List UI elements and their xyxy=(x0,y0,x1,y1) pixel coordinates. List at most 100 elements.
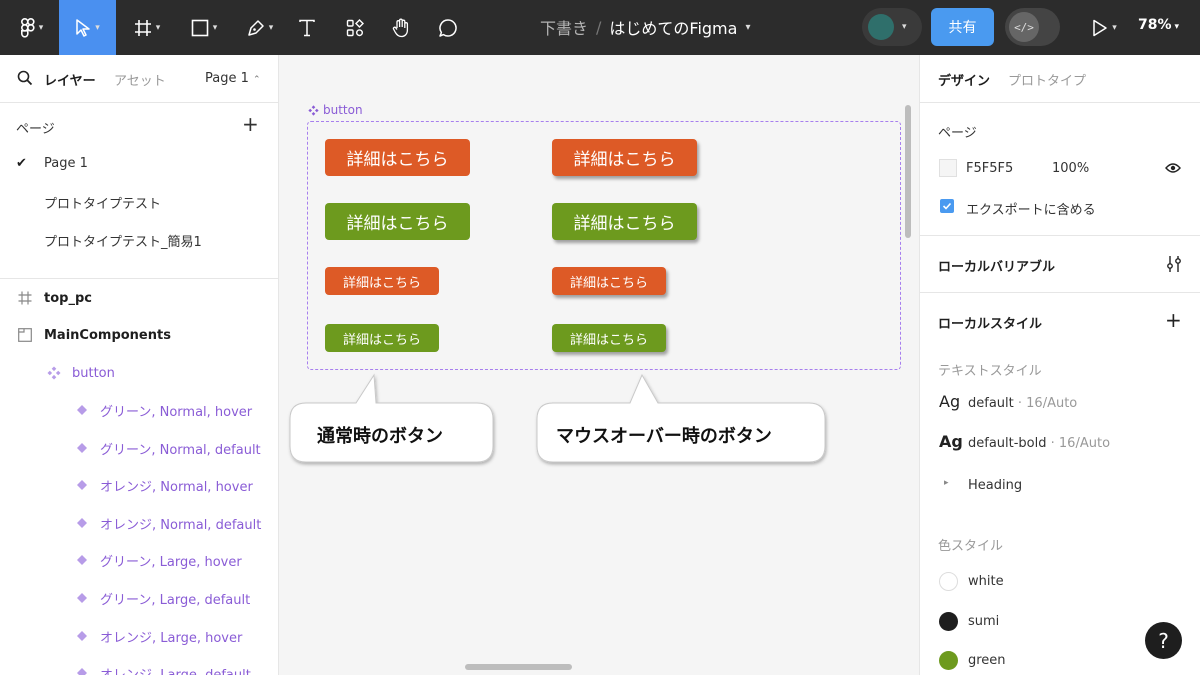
frame-tool-button[interactable]: ▾ xyxy=(122,0,172,55)
page-item-page-1[interactable]: Page 1 xyxy=(44,156,88,171)
layer-row-variant[interactable]: オレンジ, Large, hover xyxy=(0,621,278,651)
page-bg-opacity[interactable]: 100% xyxy=(1052,161,1089,176)
callout-hover-text: マウスオーバー時のボタン xyxy=(556,426,772,447)
layer-row-main-components[interactable]: MainComponents xyxy=(0,320,278,350)
divider xyxy=(0,278,278,279)
local-styles-title: ローカルスタイル xyxy=(938,317,1043,332)
text-style-group-heading[interactable]: ▸ Heading xyxy=(920,470,1200,498)
layer-label: button xyxy=(72,365,115,381)
present-button[interactable]: ▾ xyxy=(1082,0,1127,55)
help-button[interactable]: ? xyxy=(1145,622,1182,659)
tab-prototype[interactable]: プロトタイプ xyxy=(1008,70,1086,89)
tab-assets[interactable]: アセット xyxy=(114,70,166,89)
page-bg-swatch[interactable] xyxy=(939,159,957,177)
export-label: エクスポートに含める xyxy=(966,203,1096,218)
text-styles-title: テキストスタイル xyxy=(938,364,1042,379)
chevron-down-icon: ▾ xyxy=(1112,22,1117,33)
vertical-scrollbar[interactable] xyxy=(905,105,911,238)
layer-label: top_pc xyxy=(44,290,92,306)
variant-icon xyxy=(75,478,89,492)
tab-design[interactable]: デザイン xyxy=(938,70,990,89)
layer-row-variant[interactable]: オレンジ, Large, default xyxy=(0,658,278,675)
layer-label: グリーン, Large, default xyxy=(100,592,251,608)
tab-layers[interactable]: レイヤー xyxy=(44,70,96,89)
pen-icon xyxy=(247,19,264,36)
shape-tool-button[interactable]: ▾ xyxy=(178,0,230,55)
text-icon xyxy=(299,19,315,36)
layer-row-variant[interactable]: グリーン, Normal, hover xyxy=(0,395,278,425)
layer-row-top-pc[interactable]: top_pc xyxy=(0,283,278,313)
figma-logo-icon xyxy=(20,17,35,38)
play-icon xyxy=(1093,19,1107,36)
variant-icon xyxy=(75,441,89,455)
hand-tool-button[interactable] xyxy=(386,0,416,55)
pen-tool-button[interactable]: ▾ xyxy=(235,0,285,55)
chevron-down-icon: ▾ xyxy=(155,22,161,33)
search-icon[interactable] xyxy=(17,70,33,86)
text-style-icon: Ag xyxy=(939,392,961,411)
horizontal-scrollbar[interactable] xyxy=(465,664,572,670)
resources-icon xyxy=(346,18,364,36)
move-tool-button[interactable]: ▾ xyxy=(59,0,116,55)
text-style-group-label: Heading xyxy=(968,478,1023,493)
layer-row-button[interactable]: button xyxy=(0,358,278,388)
checkmark-icon xyxy=(942,202,952,210)
comment-tool-button[interactable] xyxy=(433,0,463,55)
share-button[interactable]: 共有 xyxy=(931,8,994,46)
layer-row-variant[interactable]: グリーン, Normal, default xyxy=(0,433,278,463)
page-selector-label: Page 1 xyxy=(205,71,249,86)
layer-label: オレンジ, Large, hover xyxy=(100,630,243,646)
color-style-name: sumi xyxy=(968,614,1000,629)
page-item-prototype-test[interactable]: プロトタイプテスト xyxy=(44,193,161,212)
variant-icon xyxy=(75,591,89,605)
layer-row-variant[interactable]: オレンジ, Normal, hover xyxy=(0,470,278,500)
checkmark-icon: ✔ xyxy=(16,156,27,171)
color-swatch xyxy=(939,651,958,670)
add-page-icon[interactable]: + xyxy=(242,114,259,134)
page-bg-hex[interactable]: F5F5F5 xyxy=(966,161,1013,176)
avatar xyxy=(868,14,894,40)
divider xyxy=(920,292,1200,293)
folder-name[interactable]: 下書き xyxy=(540,15,588,39)
layer-label: グリーン, Normal, hover xyxy=(100,404,253,420)
multiplayer-menu[interactable]: ▾ xyxy=(862,8,922,46)
layer-row-variant[interactable]: グリーン, Large, default xyxy=(0,583,278,613)
text-style-default-bold[interactable]: Ag default-bold · 16/Auto xyxy=(920,428,1200,456)
color-styles-title: 色スタイル xyxy=(938,539,1004,554)
layer-label: グリーン, Normal, default xyxy=(100,442,261,458)
layer-row-variant[interactable]: オレンジ, Normal, default xyxy=(0,508,278,538)
canvas[interactable]: button 詳細はこちら 詳細はこちら 詳細はこちら 詳細はこちら 詳細はこち… xyxy=(280,55,918,675)
main-menu-button[interactable]: ▾ xyxy=(6,0,58,55)
variant-icon xyxy=(75,629,89,643)
text-tool-button[interactable] xyxy=(292,0,322,55)
divider xyxy=(920,235,1200,236)
local-variables-title[interactable]: ローカルバリアブル xyxy=(938,256,1055,275)
chevron-up-icon: ⌃ xyxy=(253,75,261,85)
file-title[interactable]: 下書き / はじめてのFigma ▾ xyxy=(540,15,750,39)
callout-hover-bubble xyxy=(536,373,826,463)
color-swatch xyxy=(939,612,958,631)
page-selector[interactable]: Page 1 ⌃ xyxy=(205,71,261,86)
cursor-icon xyxy=(76,18,90,37)
zoom-menu[interactable]: 78% ▾ xyxy=(1138,17,1179,33)
adjust-icon[interactable] xyxy=(1166,255,1182,273)
chevron-down-icon: ▾ xyxy=(1174,22,1180,32)
color-style-white[interactable]: white xyxy=(920,567,1200,595)
text-style-name: default-bold · 16/Auto xyxy=(968,436,1110,451)
export-checkbox[interactable] xyxy=(940,199,954,213)
zoom-level: 78% xyxy=(1138,17,1172,33)
callout-normal-bubble xyxy=(289,373,494,463)
add-style-icon[interactable]: + xyxy=(1165,308,1182,332)
left-panel-tabs: レイヤー アセット Page 1 ⌃ xyxy=(0,55,278,103)
file-name[interactable]: はじめてのFigma xyxy=(609,15,737,39)
right-panel-tabs: デザイン プロトタイプ xyxy=(920,55,1200,103)
variant-icon xyxy=(75,553,89,567)
text-style-default[interactable]: Ag default · 16/Auto xyxy=(920,388,1200,416)
page-item-prototype-test-simple[interactable]: プロトタイプテスト_簡易1 xyxy=(44,231,202,250)
eye-icon[interactable] xyxy=(1165,162,1181,174)
chevron-down-icon: ▾ xyxy=(95,22,100,33)
variant-icon xyxy=(75,516,89,530)
layer-row-variant[interactable]: グリーン, Large, hover xyxy=(0,545,278,575)
dev-mode-toggle[interactable]: </> xyxy=(1005,8,1060,46)
resources-tool-button[interactable] xyxy=(340,0,370,55)
